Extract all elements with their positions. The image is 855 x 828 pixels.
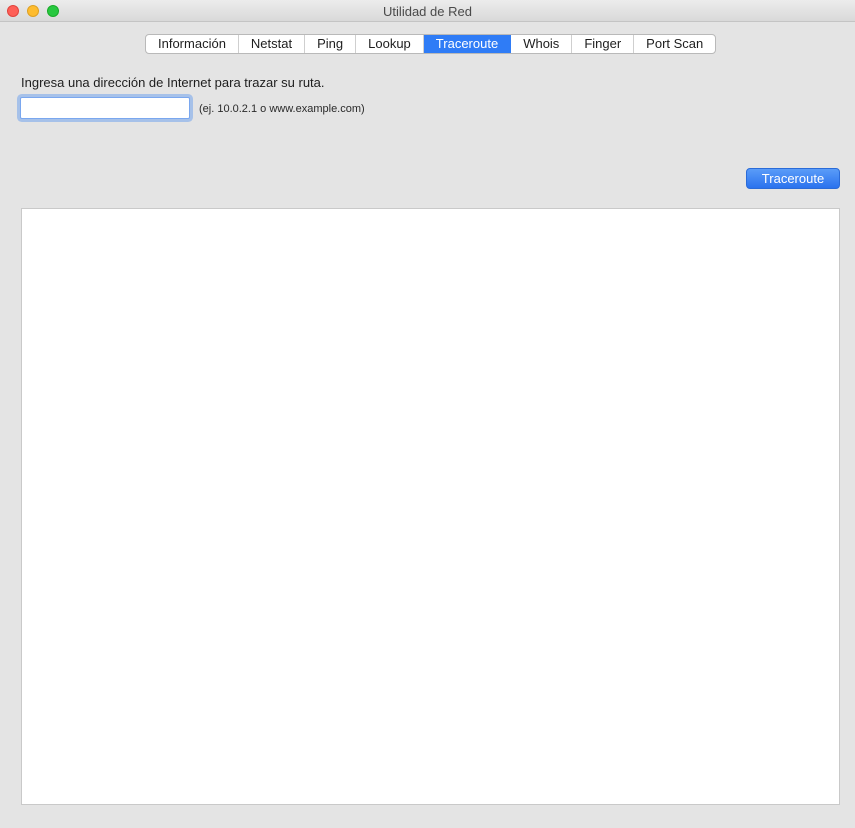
tab-port-scan[interactable]: Port Scan <box>634 35 715 53</box>
tab-ping[interactable]: Ping <box>305 35 357 53</box>
tab-netstat[interactable]: Netstat <box>239 35 306 53</box>
address-input[interactable] <box>20 97 190 119</box>
output-area[interactable] <box>21 208 840 805</box>
tab-lookup[interactable]: Lookup <box>356 35 424 53</box>
tab-informacion[interactable]: Información <box>146 35 239 53</box>
title-bar: Utilidad de Red <box>0 0 855 22</box>
address-hint: (ej. 10.0.2.1 o www.example.com) <box>199 103 365 115</box>
tab-bar: Información Netstat Ping Lookup Tracerou… <box>145 34 717 54</box>
tab-whois[interactable]: Whois <box>511 35 573 53</box>
traceroute-button[interactable]: Traceroute <box>746 168 840 189</box>
tab-traceroute[interactable]: Traceroute <box>423 35 512 53</box>
instruction-text: Ingresa una dirección de Internet para t… <box>21 75 325 90</box>
tab-finger[interactable]: Finger <box>572 35 635 53</box>
window-title: Utilidad de Red <box>383 4 472 19</box>
